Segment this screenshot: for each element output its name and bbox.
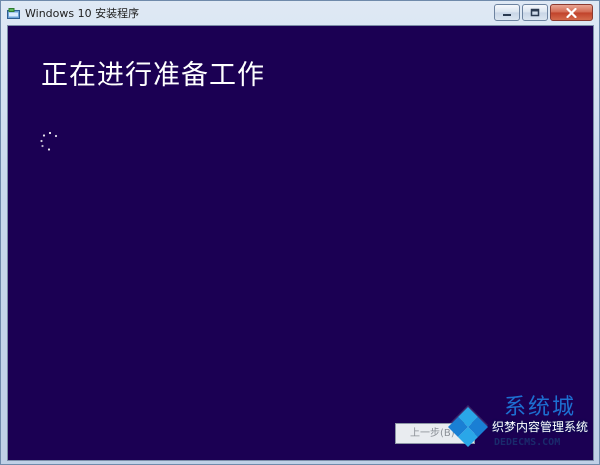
watermark-brand: 系统城 — [504, 395, 577, 420]
watermark-logo: 系统城 织梦内容管理系统 DEDECMS.COM — [446, 389, 596, 461]
maximize-button[interactable] — [522, 4, 548, 21]
minimize-button[interactable] — [494, 4, 520, 21]
windows-logo-icon — [446, 403, 490, 447]
close-icon — [566, 7, 577, 18]
setup-window: Windows 10 安装程序 正在进行准备工作 上一步(B) 系统城 织梦内容… — [0, 0, 600, 465]
setup-icon — [7, 7, 20, 19]
title-bar[interactable]: Windows 10 安装程序 — [1, 1, 599, 25]
window-title: Windows 10 安装程序 — [25, 7, 140, 20]
watermark-tagline: 织梦内容管理系统 — [492, 420, 589, 434]
loading-spinner-icon — [38, 130, 62, 154]
maximize-icon — [530, 8, 540, 17]
caption-buttons — [494, 4, 593, 21]
close-button[interactable] — [550, 4, 593, 21]
page-title: 正在进行准备工作 — [41, 60, 265, 91]
watermark-site: DEDECMS.COM — [494, 437, 561, 448]
minimize-icon — [503, 13, 511, 16]
